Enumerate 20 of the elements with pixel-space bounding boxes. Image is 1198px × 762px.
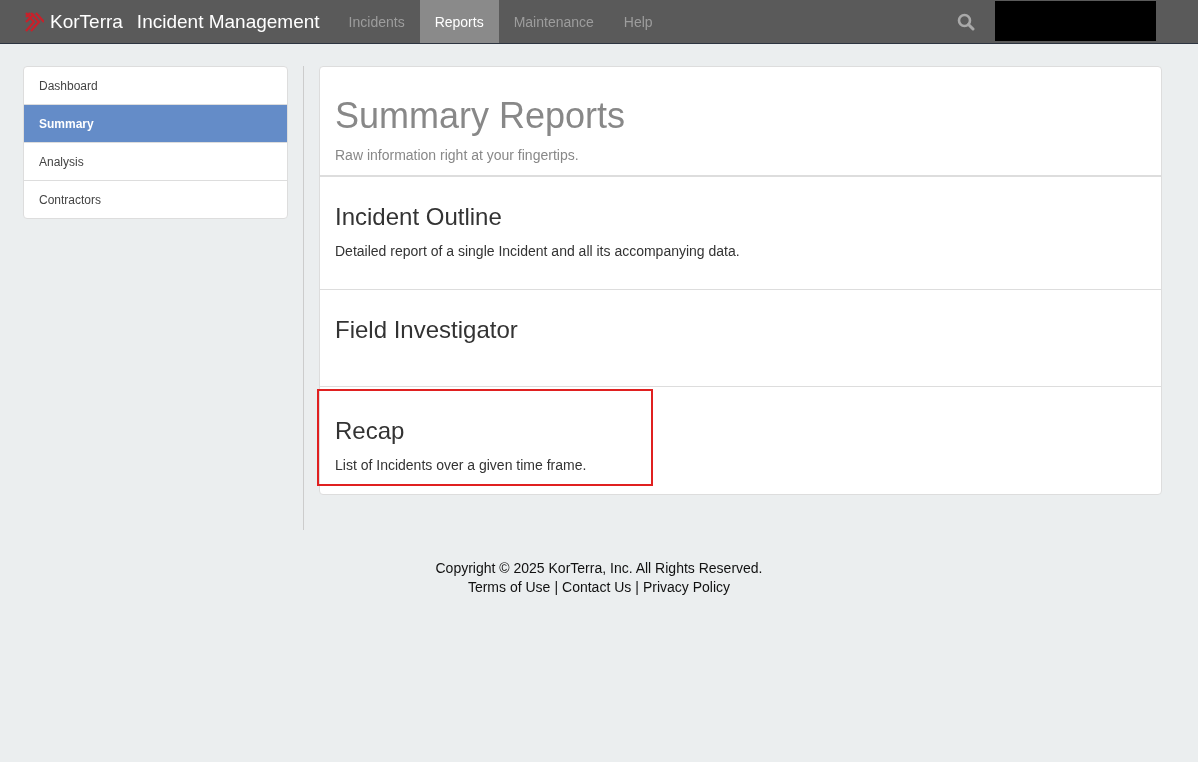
report-link[interactable]: Field Investigator bbox=[335, 316, 1146, 344]
logo-icon bbox=[24, 11, 44, 32]
report-description: List of Incidents over a given time frame. bbox=[335, 457, 588, 473]
app-title: Incident Management bbox=[136, 10, 320, 33]
footer-link[interactable]: Privacy Policy bbox=[642, 579, 731, 595]
report-description: Detailed report of a single Incident and all its accompanying data. bbox=[335, 243, 741, 259]
link-separator: | bbox=[635, 579, 639, 595]
copyright-text: Copyright © 2025 KorTerra, Inc. All Rights Reserved. bbox=[435, 560, 763, 576]
page-title: Summary Reports bbox=[335, 95, 627, 137]
sidebar-item[interactable]: Dashboard bbox=[24, 67, 287, 104]
link-separator: | bbox=[554, 579, 559, 595]
page-subtitle: Raw information right at your fingertips. bbox=[335, 147, 580, 163]
sidebar-item[interactable]: Analysis bbox=[24, 142, 287, 180]
report-link[interactable]: Incident Outline bbox=[335, 203, 1146, 231]
footer-link[interactable]: Terms of Use bbox=[467, 579, 551, 595]
report-link[interactable]: Recap bbox=[335, 417, 635, 445]
search-icon[interactable] bbox=[957, 12, 975, 31]
sidebar-item[interactable]: Contractors bbox=[24, 180, 287, 218]
logo-text: KorTerra bbox=[50, 10, 123, 33]
footer-link[interactable]: Contact Us bbox=[562, 579, 632, 595]
